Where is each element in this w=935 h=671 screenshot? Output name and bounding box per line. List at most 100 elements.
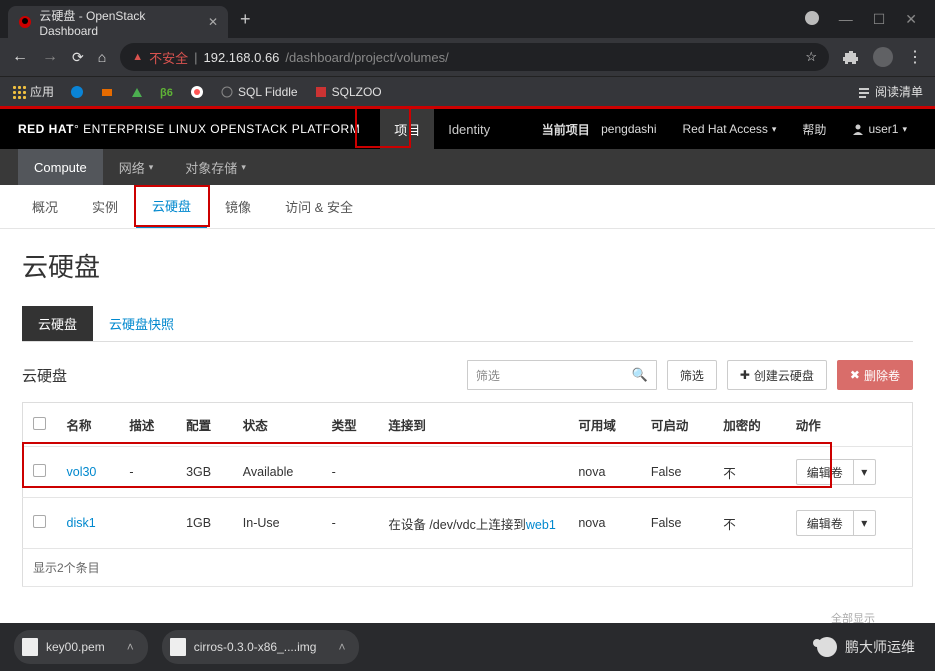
filter-placeholder: 筛选	[476, 367, 500, 384]
filter-button[interactable]: 筛选	[667, 360, 717, 390]
volume-link[interactable]: disk1	[67, 516, 96, 530]
address-bar[interactable]: ▲ 不安全 | 192.168.0.66/dashboard/project/v…	[120, 43, 829, 71]
col-attach[interactable]: 连接到	[378, 403, 568, 447]
row-checkbox[interactable]	[33, 464, 46, 477]
col-desc[interactable]: 描述	[119, 403, 176, 447]
user-icon	[852, 123, 864, 135]
bookmark-icon	[130, 85, 144, 99]
action-dropdown-icon[interactable]: ▾	[853, 511, 875, 535]
window-minimize-button[interactable]: —	[839, 11, 853, 28]
profile-avatar-icon[interactable]	[873, 47, 893, 67]
table-row: disk1 1GB In-Use - 在设备 /dev/vdc上连接到web1 …	[23, 498, 913, 549]
file-icon	[22, 638, 38, 656]
volume-link[interactable]: vol30	[67, 465, 97, 479]
edit-volume-button[interactable]: 编辑卷▾	[796, 459, 876, 485]
bookmark-sqlfiddle[interactable]: SQL Fiddle	[220, 85, 298, 99]
page-title: 云硬盘	[22, 247, 913, 284]
col-action: 动作	[786, 403, 913, 447]
edit-volume-button[interactable]: 编辑卷▾	[796, 510, 876, 536]
tab-close-icon[interactable]: ✕	[208, 15, 218, 29]
col-name[interactable]: 名称	[57, 403, 120, 447]
subtab-access-security[interactable]: 访问 & 安全	[269, 185, 369, 228]
nav-compute[interactable]: Compute	[18, 149, 103, 185]
url-host: 192.168.0.66	[204, 50, 280, 65]
delete-volume-button[interactable]: ✖ 删除卷	[837, 360, 913, 390]
filter-input[interactable]: 筛选 🔍	[467, 360, 657, 390]
row-checkbox[interactable]	[33, 515, 46, 528]
wechat-icon	[817, 637, 837, 657]
bookmark-item[interactable]: β6	[160, 85, 174, 99]
bookmark-item[interactable]	[70, 85, 84, 99]
current-project: 当前项目 pengdashi	[532, 121, 667, 138]
back-button[interactable]: ←	[12, 48, 28, 66]
instance-link[interactable]: web1	[526, 518, 556, 532]
col-zone[interactable]: 可用域	[568, 403, 640, 447]
action-dropdown-icon[interactable]: ▾	[853, 460, 875, 484]
watermark: 鹏大师运维	[817, 637, 915, 657]
col-boot[interactable]: 可启动	[641, 403, 713, 447]
bookmark-icon	[70, 85, 84, 99]
subtab-instances[interactable]: 实例	[76, 185, 134, 228]
redhat-access-menu[interactable]: Red Hat Access ▾	[673, 122, 787, 136]
insecure-warning-icon: ▲	[132, 51, 143, 63]
bookmark-star-icon[interactable]: ☆	[805, 49, 817, 65]
subtab-images[interactable]: 镜像	[209, 185, 267, 228]
col-enc[interactable]: 加密的	[713, 403, 785, 447]
window-maximize-button[interactable]: ☐	[873, 11, 886, 28]
subtab-overview[interactable]: 概况	[16, 185, 74, 228]
minitab-volumes[interactable]: 云硬盘	[22, 306, 93, 341]
reading-list-button[interactable]: 阅读清单	[857, 83, 923, 100]
brand-logo: RED HAT° ENTERPRISE LINUX OPENSTACK PLAT…	[18, 122, 360, 136]
reading-list-icon	[857, 85, 871, 99]
browser-tab[interactable]: 云硬盘 - OpenStack Dashboard ✕	[8, 6, 228, 38]
download-item[interactable]: cirros-0.3.0-x86_....img ˄	[162, 630, 360, 664]
nav-object-storage[interactable]: 对象存储 ▾	[169, 149, 262, 185]
volumes-table: 名称 描述 配置 状态 类型 连接到 可用域 可启动 加密的 动作 vol30 …	[22, 402, 913, 587]
table-footer: 显示2个条目	[23, 549, 913, 587]
bookmark-icon	[220, 85, 234, 99]
apps-bookmark[interactable]: 应用	[12, 83, 54, 100]
search-icon[interactable]: 🔍	[632, 367, 648, 383]
help-link[interactable]: 帮助	[792, 121, 836, 138]
subtab-volumes[interactable]: 云硬盘	[136, 185, 207, 228]
chevron-up-icon[interactable]: ˄	[127, 640, 134, 654]
nav-identity[interactable]: Identity	[434, 109, 504, 149]
url-path: /dashboard/project/volumes/	[285, 50, 448, 65]
bookmark-icon: β6	[160, 85, 174, 99]
select-all-checkbox[interactable]	[33, 417, 46, 430]
browser-menu-icon[interactable]: ⋮	[907, 47, 923, 67]
bookmark-item[interactable]	[190, 85, 204, 99]
window-close-button[interactable]: ✕	[905, 11, 917, 28]
col-size[interactable]: 配置	[176, 403, 233, 447]
file-icon	[170, 638, 186, 656]
section-title: 云硬盘	[22, 365, 67, 386]
create-volume-button[interactable]: ✚ 创建云硬盘	[727, 360, 827, 390]
bookmark-item[interactable]	[100, 85, 114, 99]
extensions-icon[interactable]	[843, 49, 859, 65]
apps-grid-icon	[12, 85, 26, 99]
col-status[interactable]: 状态	[233, 403, 322, 447]
bookmark-icon	[190, 85, 204, 99]
user-menu[interactable]: user1 ▾	[842, 122, 917, 136]
col-type[interactable]: 类型	[322, 403, 379, 447]
redhat-favicon-icon	[18, 15, 31, 29]
forward-button[interactable]: →	[42, 48, 58, 66]
download-item[interactable]: key00.pem ˄	[14, 630, 148, 664]
home-button[interactable]: ⌂	[98, 49, 106, 65]
bookmark-icon	[100, 85, 114, 99]
incognito-icon	[805, 11, 819, 25]
bookmark-item[interactable]	[130, 85, 144, 99]
insecure-label: 不安全	[149, 48, 188, 67]
nav-network[interactable]: 网络 ▾	[103, 149, 170, 185]
bookmark-icon	[314, 85, 328, 99]
svg-text:β6: β6	[160, 87, 173, 99]
download-bar: key00.pem ˄ cirros-0.3.0-x86_....img ˄ 鹏…	[0, 623, 935, 671]
tab-title: 云硬盘 - OpenStack Dashboard	[39, 7, 200, 38]
chevron-up-icon[interactable]: ˄	[338, 640, 345, 654]
table-row: vol30 - 3GB Available - nova False 不 编辑卷…	[23, 447, 913, 498]
reload-button[interactable]: ⟳	[72, 49, 84, 66]
new-tab-button[interactable]: +	[240, 9, 251, 30]
bookmark-sqlzoo[interactable]: SQLZOO	[314, 85, 382, 99]
nav-project[interactable]: 项目	[380, 109, 434, 149]
minitab-snapshots[interactable]: 云硬盘快照	[93, 306, 190, 341]
